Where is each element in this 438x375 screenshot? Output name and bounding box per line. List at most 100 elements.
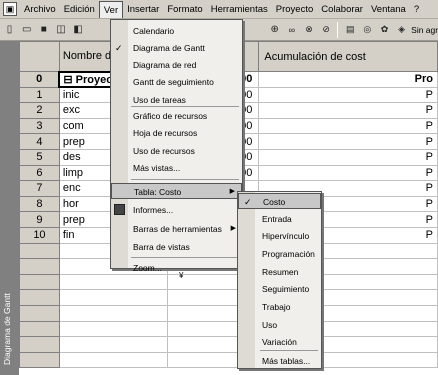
- view-bar[interactable]: Diagrama de Gantt: [0, 41, 19, 375]
- empty-cell[interactable]: [58, 273, 168, 291]
- empty-cell[interactable]: [58, 351, 168, 369]
- empty-cell[interactable]: [19, 242, 60, 260]
- print-preview-icon[interactable]: ◫: [53, 22, 68, 38]
- ver-menu-item[interactable]: Uso de recursos: [111, 143, 242, 159]
- copy-picture-icon[interactable]: ◈: [394, 22, 409, 38]
- ver-menu-item-label: Más vistas...: [133, 163, 181, 173]
- new-file-icon[interactable]: ▯: [2, 22, 17, 38]
- print-icon[interactable]: ◧: [71, 22, 86, 38]
- cost-accrual-cell[interactable]: Pro: [258, 71, 438, 88]
- cost-accrual-column-header[interactable]: Acumulación de cost: [258, 41, 438, 72]
- cost-accrual-cell[interactable]: P: [258, 148, 438, 166]
- ver-menu-item-label: Gráfico de recursos: [133, 111, 208, 121]
- empty-row[interactable]: [19, 289, 438, 306]
- menu-herramientas[interactable]: Herramientas: [207, 1, 272, 18]
- menu-ver[interactable]: Ver: [98, 0, 124, 18]
- empty-cell[interactable]: [19, 320, 60, 338]
- tabla-menu-item[interactable]: Hipervínculo: [238, 228, 321, 244]
- empty-cell[interactable]: [19, 258, 60, 275]
- empty-cell[interactable]: [19, 304, 60, 322]
- ver-menu-item[interactable]: Zoom...: [111, 260, 242, 276]
- row-id[interactable]: 0: [19, 71, 60, 88]
- row-id[interactable]: 5: [19, 148, 60, 166]
- ver-menu-item[interactable]: Tabla: Costo ▶: [111, 183, 242, 199]
- tabla-menu-item[interactable]: Variación: [238, 334, 321, 350]
- empty-row[interactable]: [19, 273, 438, 291]
- empty-cell[interactable]: [58, 289, 168, 306]
- row-id[interactable]: 10: [19, 226, 60, 244]
- tabla-menu-item-label: Uso: [262, 320, 278, 330]
- assign-resources-icon[interactable]: ⊘: [319, 22, 334, 38]
- menu-insertar[interactable]: Insertar: [123, 1, 163, 18]
- cost-accrual-cell[interactable]: P: [258, 117, 438, 135]
- row-id[interactable]: 8: [19, 195, 60, 213]
- menu-ventana[interactable]: Ventana: [367, 1, 410, 18]
- cost-accrual-cell[interactable]: P: [258, 102, 438, 119]
- id-column-header[interactable]: [19, 41, 60, 72]
- menu-archivo[interactable]: Archivo: [20, 1, 60, 18]
- tabla-menu-item[interactable]: ✓ Costo: [238, 193, 321, 209]
- ver-menu-item[interactable]: Hoja de recursos: [111, 125, 242, 141]
- tabla-menu-item[interactable]: Uso: [238, 317, 321, 333]
- menu-separator: [260, 350, 318, 351]
- link-tasks-icon[interactable]: ⊕: [267, 22, 282, 38]
- tabla-menu-item[interactable]: Más tablas...: [238, 353, 321, 369]
- tabla-menu-item[interactable]: Programación: [238, 246, 321, 262]
- menu-colaborar[interactable]: Colaborar: [317, 1, 367, 18]
- empty-row[interactable]: [19, 320, 438, 338]
- ver-menu-item[interactable]: Barra de vistas: [111, 239, 242, 255]
- row-id[interactable]: 1: [19, 86, 60, 104]
- split-task-icon[interactable]: ⊗: [301, 22, 316, 38]
- open-folder-icon[interactable]: ▭: [19, 22, 34, 38]
- tabla-menu-item[interactable]: Seguimiento: [238, 281, 321, 297]
- empty-cell[interactable]: [58, 320, 168, 338]
- row-id[interactable]: 3: [19, 117, 60, 135]
- ver-menu-item-label: Barras de herramientas: [133, 224, 222, 234]
- row-id[interactable]: 4: [19, 133, 60, 150]
- cost-accrual-cell[interactable]: P: [258, 86, 438, 104]
- tabla-menu-item-label: Seguimiento: [262, 284, 310, 294]
- ver-menu-item[interactable]: Más vistas...: [111, 160, 242, 176]
- tabla-menu-item-label: Resumen: [262, 267, 299, 277]
- empty-cell[interactable]: [19, 289, 60, 306]
- ver-menu-item-label: Tabla: Costo: [134, 187, 182, 197]
- ver-menu-item[interactable]: Barras de herramientas ▶: [111, 221, 242, 237]
- save-icon[interactable]: ■: [36, 22, 51, 38]
- tabla-menu-item-label: Costo: [263, 197, 286, 207]
- ver-menu-item[interactable]: Gantt de seguimiento: [111, 74, 242, 90]
- publish-icon[interactable]: ✿: [377, 22, 392, 38]
- expand-menu-icon[interactable]: ¥: [179, 271, 183, 280]
- cost-accrual-cell[interactable]: P: [258, 164, 438, 182]
- unlink-icon[interactable]: ∞: [284, 22, 299, 38]
- task-info-icon[interactable]: ▤: [343, 22, 358, 38]
- ver-menu-item[interactable]: Gráfico de recursos: [111, 108, 242, 124]
- ver-menu-item[interactable]: ✓ Diagrama de Gantt: [111, 40, 242, 56]
- empty-cell[interactable]: [58, 304, 168, 322]
- empty-cell[interactable]: [19, 336, 60, 353]
- row-id[interactable]: 6: [19, 164, 60, 182]
- menu-help[interactable]: ?: [410, 1, 423, 18]
- row-id[interactable]: 7: [19, 180, 60, 197]
- ver-menu-item[interactable]: Diagrama de red: [111, 57, 242, 73]
- ver-menu-item-label: Barra de vistas: [133, 242, 190, 252]
- menu-formato[interactable]: Formato: [163, 1, 206, 18]
- empty-row[interactable]: [19, 304, 438, 322]
- tabla-menu-item[interactable]: Resumen: [238, 264, 321, 280]
- row-id[interactable]: 9: [19, 211, 60, 228]
- empty-cell[interactable]: [19, 273, 60, 291]
- tabla-menu-item[interactable]: Entrada: [238, 211, 321, 227]
- menu-edicion[interactable]: Edición: [60, 1, 99, 18]
- menu-proyecto[interactable]: Proyecto: [272, 1, 318, 18]
- empty-row[interactable]: [19, 351, 438, 369]
- ver-menu-item[interactable]: Informes...: [111, 202, 242, 218]
- notes-icon[interactable]: ◎: [360, 22, 375, 38]
- cost-accrual-cell[interactable]: P: [258, 133, 438, 150]
- empty-cell[interactable]: [58, 336, 168, 353]
- tabla-menu-item[interactable]: Trabajo: [238, 299, 321, 315]
- app-icon[interactable]: ▣: [3, 2, 17, 16]
- empty-row[interactable]: [19, 336, 438, 353]
- ver-menu-item[interactable]: Calendario: [111, 23, 242, 39]
- empty-cell[interactable]: [19, 351, 60, 369]
- row-id[interactable]: 2: [19, 102, 60, 119]
- group-selector[interactable]: Sin agr: [411, 25, 438, 35]
